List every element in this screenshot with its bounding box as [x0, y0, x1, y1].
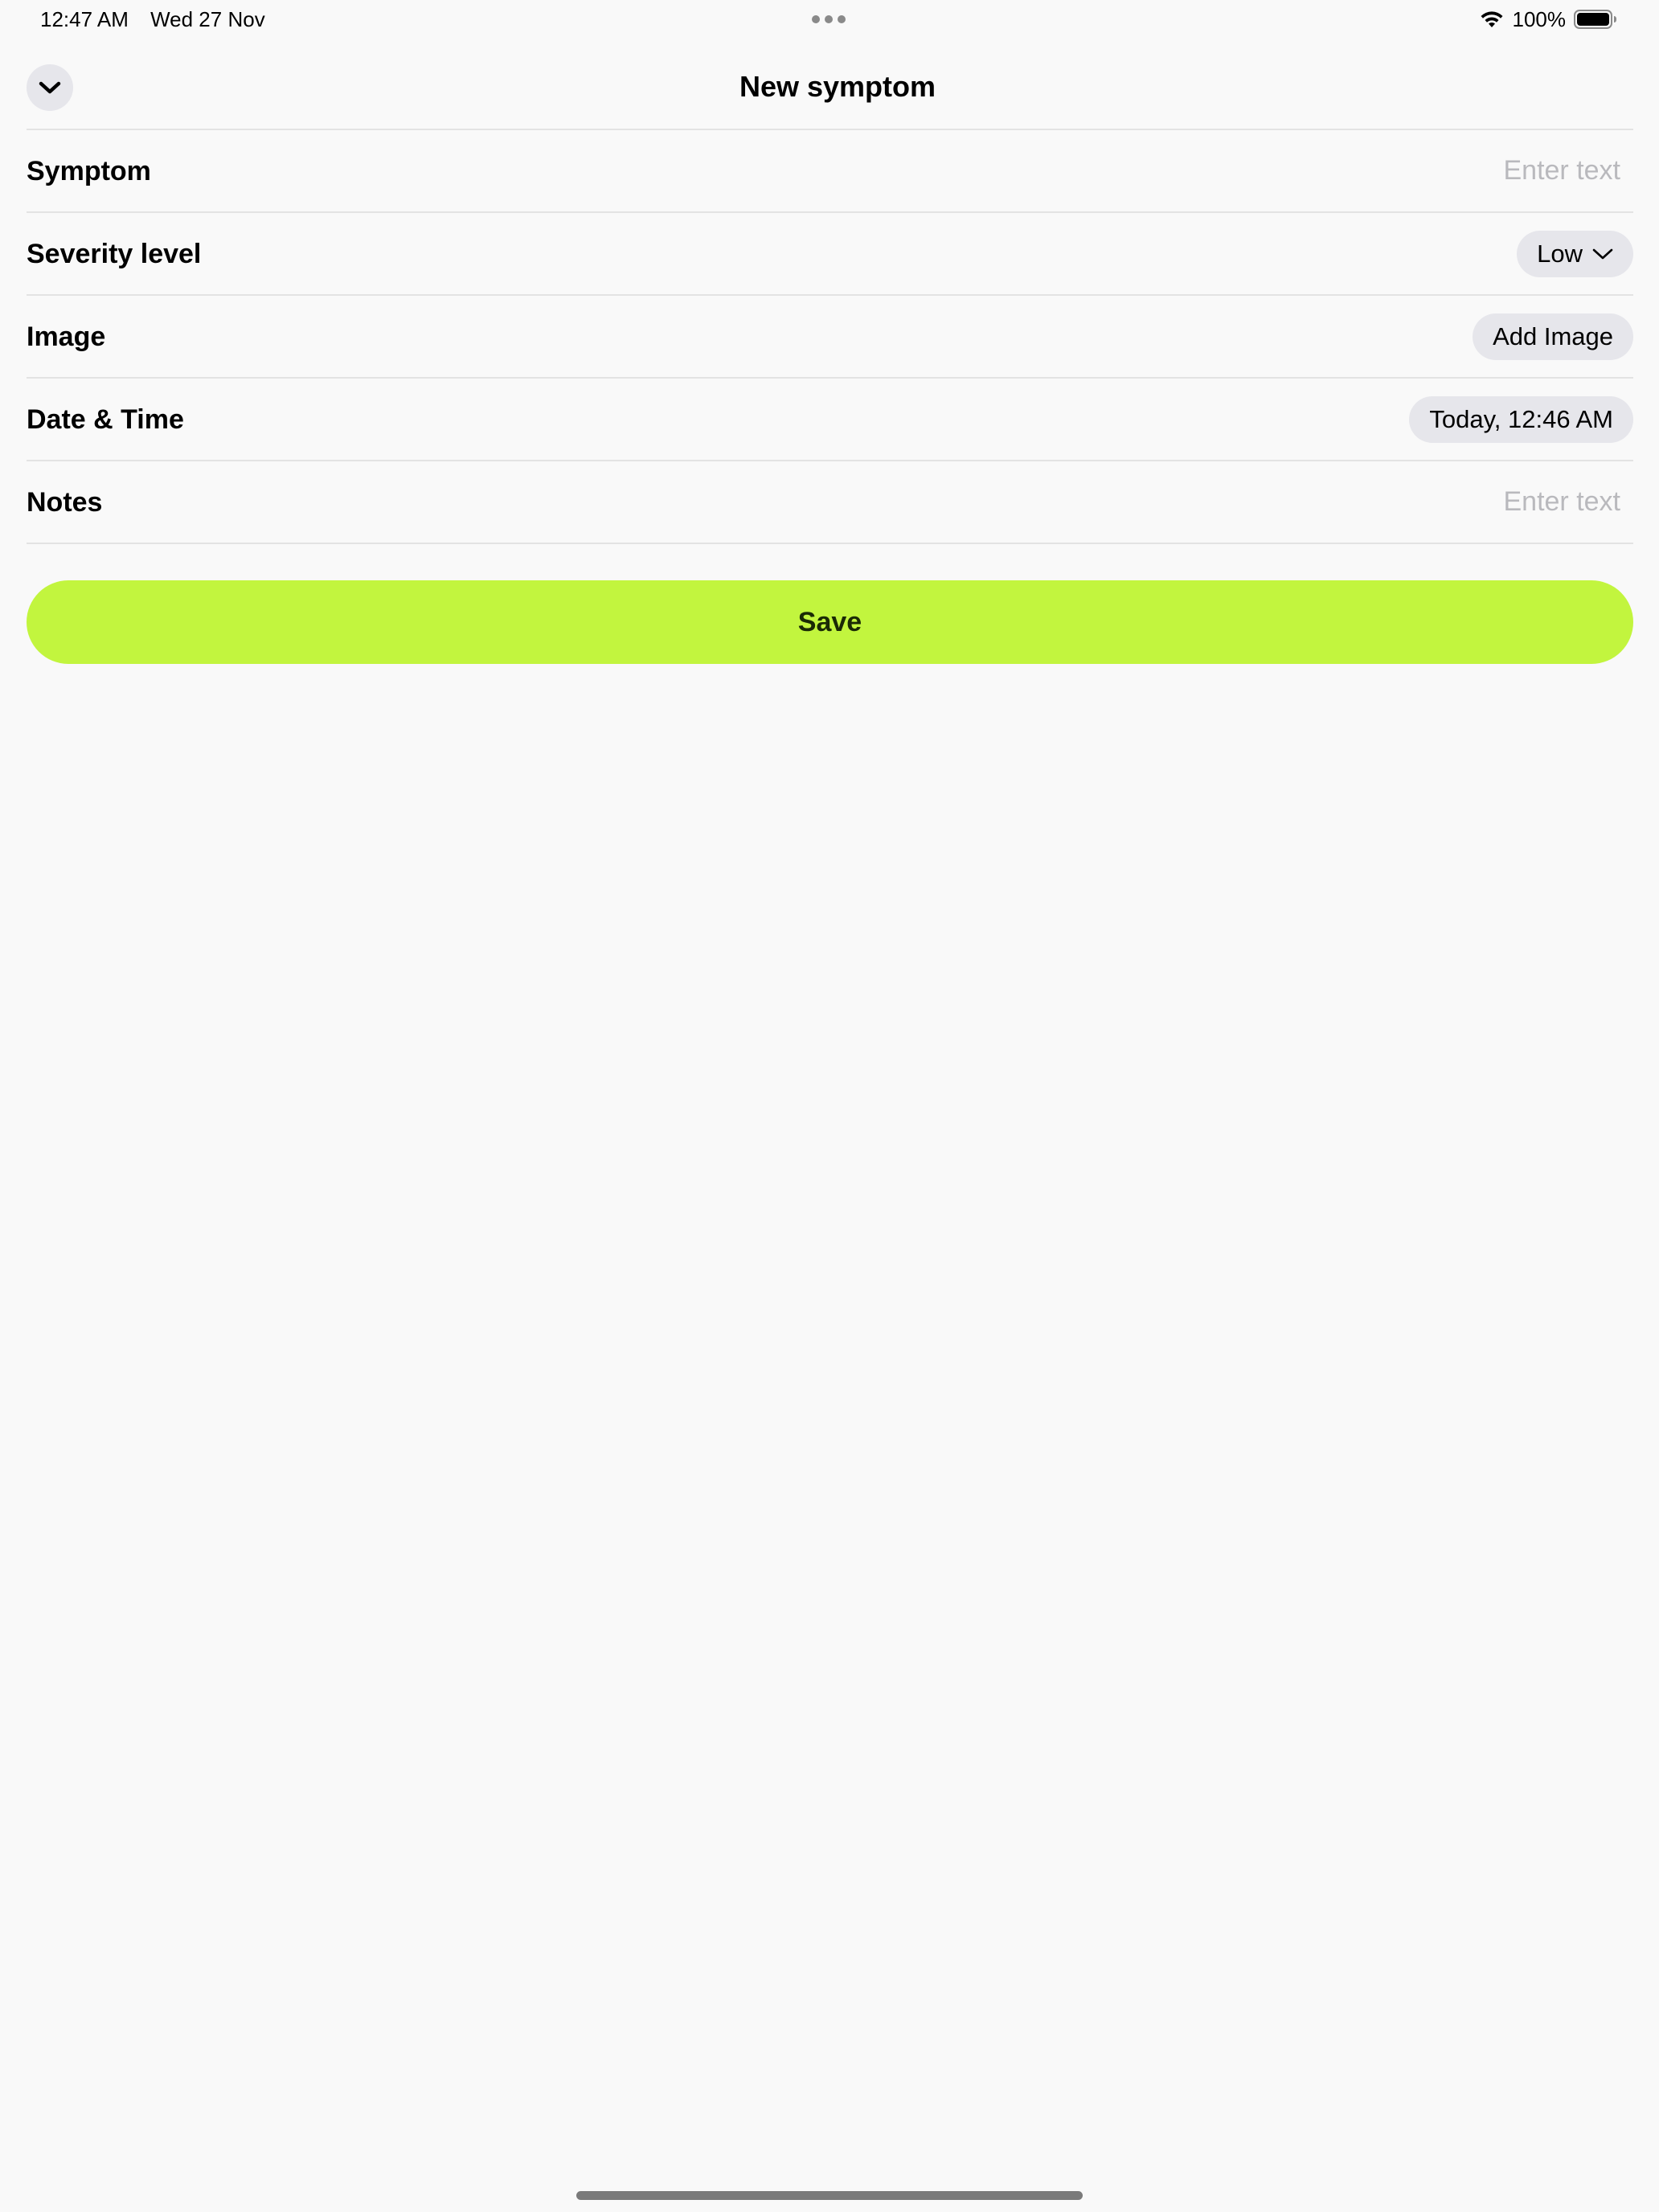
symptom-input[interactable]	[1138, 155, 1633, 186]
notes-row: Notes	[27, 461, 1633, 544]
severity-dropdown[interactable]: Low	[1517, 230, 1633, 277]
battery-icon	[1574, 10, 1616, 29]
image-row: Image Add Image	[27, 296, 1633, 379]
symptom-label: Symptom	[27, 155, 151, 186]
symptom-form: Symptom Severity level Low Image Add Ima…	[27, 129, 1633, 544]
page-title: New symptom	[739, 70, 936, 103]
add-image-button[interactable]: Add Image	[1473, 313, 1633, 360]
home-indicator[interactable]	[576, 2191, 1083, 2200]
status-time-date: 12:47 AM Wed 27 Nov	[40, 6, 265, 32]
battery-percentage: 100%	[1512, 7, 1567, 31]
datetime-label: Date & Time	[27, 403, 184, 435]
notes-label: Notes	[27, 486, 103, 518]
status-date: Wed 27 Nov	[150, 7, 265, 31]
datetime-picker-button[interactable]: Today, 12:46 AM	[1409, 395, 1633, 443]
status-time: 12:47 AM	[40, 7, 129, 31]
severity-row: Severity level Low	[27, 213, 1633, 296]
status-indicators: 100%	[1479, 6, 1618, 32]
severity-label: Severity level	[27, 238, 202, 269]
status-bar: 12:47 AM Wed 27 Nov 100%	[0, 0, 1659, 39]
chevron-down-icon	[1592, 248, 1613, 259]
symptom-row: Symptom	[27, 130, 1633, 213]
multitasking-dots-icon[interactable]	[812, 15, 846, 23]
save-button[interactable]: Save	[27, 580, 1633, 664]
notes-input[interactable]	[1138, 486, 1633, 518]
image-label: Image	[27, 321, 106, 352]
severity-value: Low	[1537, 239, 1583, 268]
wifi-icon	[1481, 11, 1502, 27]
datetime-row: Date & Time Today, 12:46 AM	[27, 379, 1633, 461]
